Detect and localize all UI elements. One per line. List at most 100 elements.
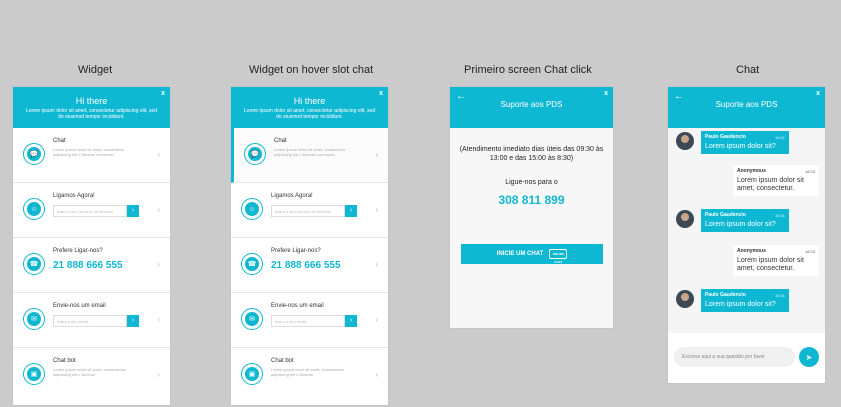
message-author: Paulo Gaudencio [705,212,746,218]
widget-item-title: Prefere Ligar-nos? [271,248,321,254]
widget-subtitle: Lorem ipsum dolor sit amet, consectetur … [243,108,376,120]
phone-number[interactable]: 21 888 666 555 [53,260,123,271]
chevron-right-icon: › [375,315,378,324]
message-agent: Paulo Gaudencio 16:01 Lorem ipsum dolor … [701,131,789,154]
chat-panel: ← x Suporte aos PDS Paulo Gaudencio 16:0… [668,87,825,383]
chevron-right-icon: › [157,370,160,379]
support-number[interactable]: 308 811 899 [450,193,613,207]
message-user: Anonymous 16:03 Lorem ipsum dolor sit am… [733,165,819,196]
message-text: Lorem ipsum dolor sit? [705,221,776,228]
widget-panel: x Hi there Lorem ipsum dolor sit amet, c… [13,87,170,405]
send-icon[interactable]: ➤ [799,347,819,367]
chat-bubble-icon: 💬 [244,143,266,165]
message-time: 16:01 [774,293,785,298]
call-label: Ligue-nos para o [505,179,558,186]
widget-item-chat[interactable]: 💬 Chat Lorem ipsum dolor sit amet, conse… [13,128,170,183]
widget-item-subtitle: Lorem ipsum dolor sit amet, consectetuer… [271,367,345,377]
message-text: Lorem ipsum dolor sit? [705,301,776,308]
widget-item-subtitle: Lorem ipsum dolor sit amet, consectetur … [53,147,125,157]
phone-icon: ☎ [23,253,45,275]
agent-icon: ☺ [23,198,45,220]
close-icon[interactable]: x [161,90,165,97]
email-input[interactable]: Insira o seu email [271,315,345,327]
close-icon[interactable]: x [604,90,608,97]
message-author: Paulo Gaudencio [705,134,746,140]
widget-item-title: Ligamos Agora! [271,193,313,199]
widget-item-subtitle: Lorem ipsum dolor sit amet, consectetur … [274,147,346,157]
widget-item-chat[interactable]: 💬 Chat Lorem ipsum dolor sit amet, conse… [231,128,388,183]
widget-item-title: Ligamos Agora! [53,193,95,199]
message-text: Lorem ipsum dolor sit amet, consectetur. [737,257,804,272]
message-time: 16:03 [804,249,815,254]
chevron-right-icon: › [375,370,378,379]
widget-item-call-us[interactable]: ☎ Prefere Ligar-nos? 21 888 666 555 › [231,238,388,293]
message-text: Lorem ipsum dolor sit? [705,143,776,150]
message-input[interactable]: Escreva aqui a sua questão por favor [674,347,795,367]
widget-item-title: Envie-nos um email [53,303,106,309]
phone-input[interactable]: Insira o seu número de telefone [53,205,127,217]
chevron-right-icon: › [157,150,160,159]
submit-phone-button[interactable]: › [345,205,357,217]
column-title-screen: Primeiro screen Chat click [464,64,592,76]
widget-item-email: ✉ Envie-nos um email Insira o seu email … [231,293,388,348]
widget-item-chatbot[interactable]: ▣ Chat bot Lorem ipsum dolor sit amet, c… [13,348,170,403]
chat-bubbles-icon: ONLINE CHAT [549,249,568,264]
widget-item-email: ✉ Envie-nos um email Insira o seu email … [13,293,170,348]
submit-email-button[interactable]: › [127,315,139,327]
widget-item-chatbot[interactable]: ▣ Chat bot Lorem ipsum dolor sit amet, c… [231,348,388,403]
widget-item-call-us[interactable]: ☎ Prefere Ligar-nos? 21 888 666 555 › [13,238,170,293]
chevron-right-icon: › [375,260,378,269]
widget-item-callback: ☺ Ligamos Agora! Insira o seu número de … [231,183,388,238]
message-user: Anonymous 16:03 Lorem ipsum dolor sit am… [733,245,819,276]
column-title-hover: Widget on hover slot chat [249,64,374,76]
chevron-right-icon: › [157,315,160,324]
start-chat-button[interactable]: INICIE UM CHAT ONLINE CHAT [461,244,603,264]
message-author: Anonymous [737,168,766,174]
robot-icon: ▣ [23,363,45,385]
close-icon[interactable]: x [379,90,383,97]
widget-item-title: Envie-nos um email [271,303,324,309]
message-author: Paulo Gaudencio [705,292,746,298]
screen-header: ← x Suporte aos PDS [450,87,613,128]
avatar [676,132,694,150]
widget-item-title: Chat [53,138,66,144]
chat-bubble-icon: 💬 [23,143,45,165]
back-arrow-icon[interactable]: ← [674,91,684,102]
chevron-right-icon: › [375,205,378,214]
avatar [676,290,694,308]
widget-subtitle: Lorem ipsum dolor sit amet, consectetur … [25,108,158,120]
phone-number[interactable]: 21 888 666 555 [271,260,341,271]
start-chat-label: INICIE UM CHAT [496,251,544,257]
submit-email-button[interactable]: › [345,315,357,327]
message-time: 16:03 [804,169,815,174]
message-time: 16:01 [774,213,785,218]
widget-header: x Hi there Lorem ipsum dolor sit amet, c… [13,87,170,128]
chat-title: Suporte aos PDS [715,100,778,109]
message-agent: Paulo Gaudencio 16:01 Lorem ipsum dolor … [701,209,789,232]
widget-item-title: Chat bot [271,358,294,364]
chat-start-panel: ← x Suporte aos PDS (Atendimento imediat… [450,87,613,328]
column-title-widget: Widget [78,64,113,76]
widget-item-callback: ☺ Ligamos Agora! Insira o seu número de … [13,183,170,238]
chat-header: ← x Suporte aos PDS [668,87,825,128]
robot-icon: ▣ [241,363,263,385]
phone-input[interactable]: Insira o seu número de telefone [271,205,345,217]
message-time: 16:01 [774,135,785,140]
message-author: Anonymous [737,248,766,254]
widget-item-title: Chat [274,138,287,144]
close-icon[interactable]: x [816,90,820,97]
message-agent: Paulo Gaudencio 16:01 Lorem ipsum dolor … [701,289,789,312]
widget-title: Hi there [293,96,326,106]
screen-title: Suporte aos PDS [500,100,563,109]
column-title-chat: Chat [736,64,760,76]
submit-phone-button[interactable]: › [127,205,139,217]
widget-hover-panel: x Hi there Lorem ipsum dolor sit amet, c… [231,87,388,405]
message-text: Lorem ipsum dolor sit amet, consectetur. [737,177,804,192]
back-arrow-icon[interactable]: ← [456,91,466,102]
chevron-right-icon: › [157,205,160,214]
avatar [676,210,694,228]
envelope-icon: ✉ [241,308,263,330]
widget-item-subtitle: Lorem ipsum dolor sit amet, consectetuer… [53,367,127,377]
widget-item-title: Chat bot [53,358,76,364]
email-input[interactable]: Insira o seu email [53,315,127,327]
